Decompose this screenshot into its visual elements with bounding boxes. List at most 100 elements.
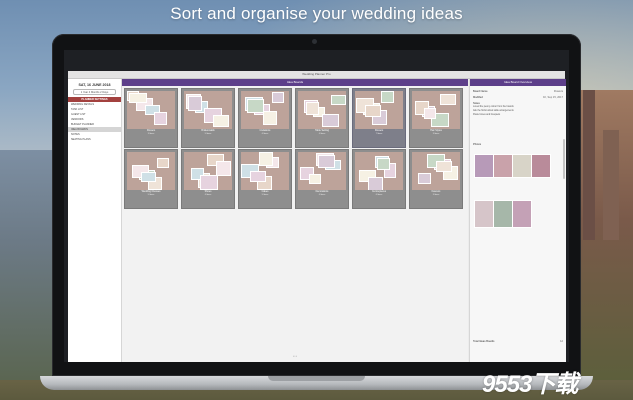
notes-line[interactable]: Pastel roses and bouquets [473,114,563,117]
moodboard-collage [127,152,175,190]
idea-board-title: Decorations [315,190,329,193]
collage-photo [306,102,319,115]
photo-thumbnail[interactable] [474,154,494,178]
collage-photo [247,99,264,113]
collage-photo [250,171,266,182]
wedding-date: SAT, 16 JUNE 2018 [78,83,111,87]
idea-board-count: 4 Ideas [318,194,326,196]
notes-label: Notes [473,102,480,105]
moodboard-collage [184,152,232,190]
board-title: Idea Boards [286,80,304,84]
moodboard-collage [355,91,403,129]
idea-board-card[interactable]: Centrepieces 6 Ideas [352,149,406,209]
collage-photo [188,96,202,111]
board-header: Idea Boards [122,79,468,86]
idea-board-count: 7 Ideas [375,133,383,135]
countdown-badge: 1 Year 4 Months 2 Days [73,89,116,95]
idea-board-card[interactable]: Flowers 7 Ideas [352,88,406,148]
collage-photo [216,161,231,176]
idea-board-card[interactable]: Shoes 4 Ideas [181,149,235,209]
total-boards-value: 12 [560,340,563,343]
photo-thumbnail[interactable] [474,200,494,228]
collage-photo [381,91,394,103]
window-titlebar: Wedding Planner Pro [68,71,565,86]
idea-boards-panel: Idea Boards Flowers 3 Ideas Bridesmaids 5 I… [122,79,468,362]
idea-board-title: Bridesmaids [201,129,215,132]
inspector-header: Idea Board Overview [470,79,566,86]
laptop-notch [268,376,365,381]
photo-thumbnail[interactable] [493,154,513,178]
idea-board-card[interactable]: Wedding Dresses 5 Ideas [124,149,178,209]
collage-photo [157,158,169,168]
idea-board-title: Table Setting [315,129,329,132]
notes-line[interactable]: Loved the peony colour from the boards [473,106,563,109]
moodboard-collage [412,91,460,129]
moodboard-collage [298,91,346,129]
watermark-logo: 9553下载 [482,371,578,398]
collage-photo [368,177,383,190]
collage-photo [436,161,452,172]
idea-board-title: Hair Styles [430,129,442,132]
idea-board-count: 4 Ideas [318,133,326,135]
background-tower [583,90,595,240]
idea-board-card[interactable]: Decorations 4 Ideas [295,149,349,209]
board-name-label: Board Name [473,90,488,93]
modified-label: Modified [473,96,483,99]
moodboard-collage [127,91,175,129]
collage-photo [200,175,218,190]
idea-board-card[interactable]: Flowers 3 Ideas [124,88,178,148]
board-name-field[interactable]: Flowers [554,90,563,93]
collage-photo [322,114,339,127]
sidebar-item[interactable]: SEATING PLANS [68,137,121,142]
idea-board-count: 6 Ideas [375,194,383,196]
background-city-left [0,150,52,380]
collage-photo [141,172,156,182]
modified-value: Fri, Sep 15, 2017 [543,96,563,99]
moodboard-collage [412,152,460,190]
collage-photo [272,92,284,103]
camera-icon [312,39,317,44]
photo-thumbnail[interactable] [493,200,513,228]
idea-board-card[interactable]: Invitations 6 Ideas [238,88,292,148]
board-footer: • • • [292,355,298,358]
collage-photo [377,158,390,170]
collage-photo [154,112,167,125]
idea-board-card[interactable]: Favours 3 Ideas [409,149,463,209]
moodboard-collage [184,91,232,129]
collage-photo [365,105,381,117]
inspector-title: Idea Board Overview [503,80,532,84]
total-boards-label: Total Ideas Boards [473,340,495,343]
idea-board-count: 4 Ideas [204,194,212,196]
background-tower [603,130,619,240]
idea-board-card[interactable]: Table Setting 4 Ideas [295,88,349,148]
app-window: Wedding Planner Pro SAT, 16 JUNE 2018 1 … [68,71,566,362]
promo-headline: Sort and organise your wedding ideas [170,4,463,23]
photo-thumbnail[interactable] [512,200,532,228]
photo-thumbnail[interactable] [512,154,532,178]
collage-photo [263,111,277,125]
collage-photo [309,174,321,184]
notes-line[interactable]: Ask the florist about table arrangements [473,110,563,113]
idea-board-count: 6 Ideas [261,133,269,135]
sidebar-menu: WEDDING DETAILS TASK LIST GUEST LIST VENDOR… [68,102,121,142]
photo-thumbnail[interactable] [531,154,551,178]
inspector-scrollbar[interactable] [563,139,565,179]
idea-board-card[interactable]: Bridesmaids 5 Ideas [181,88,235,148]
idea-board-count: 3 Ideas [432,194,440,196]
collage-photo [129,93,147,103]
idea-board-count: 5 Ideas [261,194,269,196]
idea-board-title: Cakes [261,190,269,193]
collage-photo [440,94,456,105]
background-city-right [579,90,633,380]
idea-board-count: 3 Ideas [147,133,155,135]
idea-board-card[interactable]: Cakes 5 Ideas [238,149,292,209]
sidebar: SAT, 16 JUNE 2018 1 Year 4 Months 2 Days… [68,79,122,362]
idea-board-title: Wedding Dresses [141,190,161,193]
moodboard-collage [298,152,346,190]
idea-board-count: 3 Ideas [432,133,440,135]
idea-board-card[interactable]: Hair Styles 3 Ideas [409,88,463,148]
idea-board-title: Invitations [259,129,271,132]
moodboard-collage [241,91,289,129]
idea-board-title: Favours [431,190,441,193]
idea-board-count: 5 Ideas [204,133,212,135]
